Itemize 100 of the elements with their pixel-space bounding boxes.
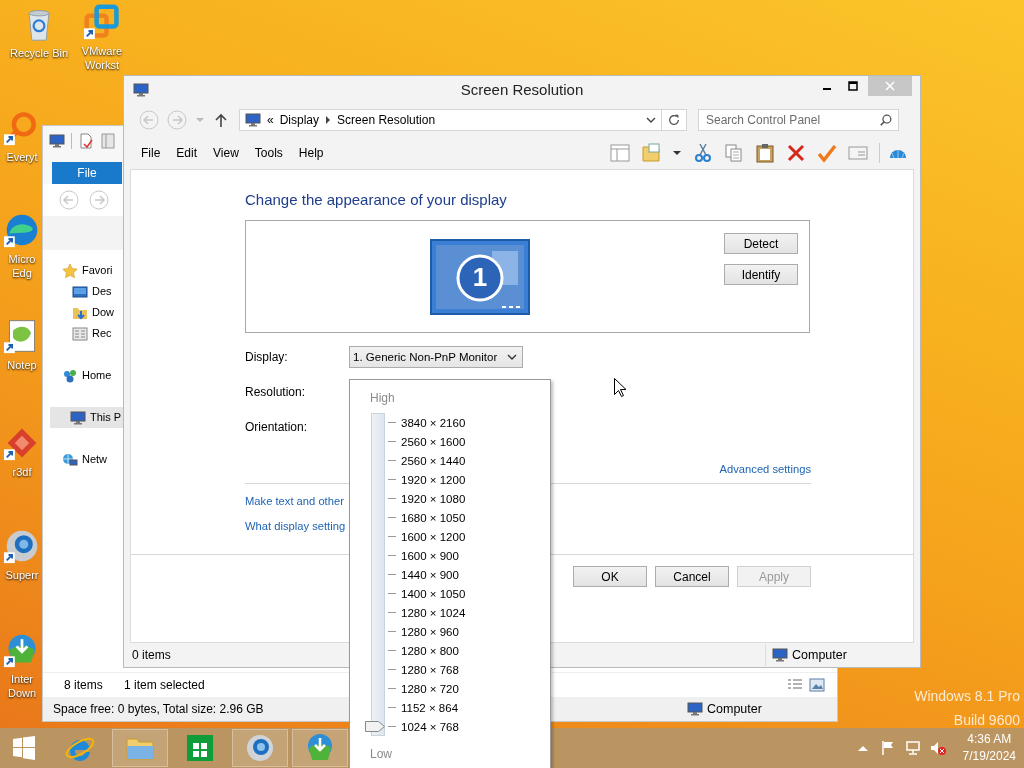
menu-item[interactable]: View: [205, 146, 247, 160]
mouse-pointer-icon: [614, 378, 626, 397]
help-link[interactable]: What display setting: [245, 520, 346, 532]
menu-item[interactable]: Edit: [168, 146, 206, 160]
clipboard-icon[interactable]: [755, 143, 775, 163]
breadcrumb-overflow[interactable]: «: [267, 113, 274, 127]
globe-icon[interactable]: [244, 732, 276, 764]
folder-button[interactable]: [641, 143, 661, 163]
checkmark-icon[interactable]: [817, 143, 837, 163]
thumbnail-view-button[interactable]: [809, 677, 825, 693]
monitor-icon: [133, 81, 149, 98]
breadcrumb-item[interactable]: Screen Resolution: [337, 113, 436, 127]
nav-item[interactable]: Dow: [43, 302, 123, 323]
help-link[interactable]: Make text and other: [245, 495, 344, 507]
nav-item[interactable]: Favori: [43, 260, 123, 281]
action-button[interactable]: Detect: [724, 233, 798, 254]
recent-places-icon: [72, 325, 88, 342]
menu-item[interactable]: File: [133, 146, 169, 160]
windows-logo-icon: [12, 736, 36, 760]
shell-icon[interactable]: [879, 143, 908, 163]
resolution-option[interactable]: 2560 × 1600: [401, 435, 466, 448]
computer-icon: [70, 409, 86, 426]
menu-item[interactable]: Help: [290, 146, 332, 160]
muted-speaker-icon[interactable]: [929, 740, 946, 756]
up-arrow-button[interactable]: [213, 112, 229, 128]
advanced-settings-link[interactable]: Advanced settings: [719, 463, 811, 475]
nav-item[interactable]: Des: [43, 281, 123, 302]
taskbar-button[interactable]: [232, 729, 288, 767]
resolution-option[interactable]: 1600 × 1200: [401, 530, 466, 543]
search-icon[interactable]: [879, 113, 893, 127]
item-count: 0 items: [132, 648, 171, 662]
resolution-option[interactable]: 1920 × 1200: [401, 473, 466, 486]
search-field[interactable]: Search Control Panel: [698, 109, 899, 131]
refresh-button[interactable]: [662, 109, 687, 131]
tick-mark: [388, 669, 396, 670]
page-heading: Change the appearance of your display: [245, 190, 508, 210]
network-icon[interactable]: [904, 740, 921, 756]
window-title: Screen Resolution: [460, 81, 584, 98]
cross-icon[interactable]: [786, 143, 806, 163]
tick-mark: [388, 612, 396, 613]
refresh-icon: [667, 113, 681, 127]
display-dropdown[interactable]: 1. Generic Non-PnP Monitor: [349, 346, 523, 368]
resolution-option[interactable]: 2560 × 1440: [401, 454, 466, 467]
computer-icon[interactable]: [49, 133, 65, 149]
minimize-icon: [822, 88, 832, 90]
breadcrumb-arrow-icon[interactable]: [325, 116, 332, 124]
resolution-option[interactable]: 3840 × 2160: [401, 416, 466, 429]
resolution-slider[interactable]: [365, 413, 385, 736]
caret-icon[interactable]: [507, 354, 517, 360]
scissors-icon[interactable]: [693, 143, 713, 163]
tick-mark: [388, 726, 396, 727]
resolution-option[interactable]: 1440 × 900: [401, 568, 459, 581]
resolution-option[interactable]: 1280 × 1024: [401, 606, 466, 619]
store-icon[interactable]: [184, 732, 216, 764]
taskbar-button[interactable]: [292, 729, 348, 767]
overlapping-squares-icon[interactable]: [84, 4, 120, 40]
breadcrumb-item[interactable]: Display: [279, 113, 320, 127]
menu-item[interactable]: Tools: [246, 146, 291, 160]
copy-icon[interactable]: [724, 143, 744, 163]
monitor-number: 1: [471, 261, 489, 293]
close-icon: [885, 81, 895, 91]
resolution-option[interactable]: 1680 × 1050: [401, 511, 466, 524]
window-icon[interactable]: [100, 133, 116, 149]
address-bar[interactable]: « Display Screen Resolution: [239, 109, 662, 131]
dropdown-caret-icon[interactable]: [646, 117, 656, 123]
resolution-option[interactable]: 1920 × 1080: [401, 492, 466, 505]
tick-mark: [388, 555, 396, 556]
tick-mark: [388, 593, 396, 594]
edition-text: Windows 8.1 Pro: [914, 687, 1020, 706]
nav-item[interactable]: Netw: [43, 449, 123, 470]
resolution-option[interactable]: 1152 × 864: [401, 701, 459, 714]
action-button[interactable]: Identify: [724, 264, 798, 285]
flag-icon[interactable]: [879, 740, 896, 756]
resolution-option[interactable]: 1400 × 1050: [401, 587, 466, 600]
monitor-icon: [245, 112, 261, 128]
nav-item[interactable]: Home: [43, 365, 123, 386]
swirl-icon[interactable]: [4, 212, 40, 248]
tick-mark: [388, 460, 396, 461]
resolution-option[interactable]: 1024 × 768: [401, 720, 459, 733]
layout-button[interactable]: [610, 143, 630, 163]
location-text: Computer: [792, 648, 847, 662]
globe-icon[interactable]: [4, 528, 40, 564]
monitor-drawing[interactable]: [430, 239, 530, 315]
slider-label: Low: [370, 746, 392, 762]
resolution-option[interactable]: 1280 × 720: [401, 682, 459, 695]
drive-info: Space free: 0 bytes, Total size: 2.96 GB: [53, 702, 264, 716]
resolution-option[interactable]: 1280 × 768: [401, 663, 459, 676]
computer-icon: [772, 647, 788, 663]
resolution-option[interactable]: 1280 × 960: [401, 625, 459, 638]
resolution-option[interactable]: 1280 × 800: [401, 644, 459, 657]
field-label: Orientation:: [245, 420, 309, 434]
dialog-button[interactable]: Cancel: [655, 566, 729, 587]
document-icon[interactable]: [78, 133, 94, 149]
file-tab[interactable]: File: [52, 162, 122, 184]
tick-mark: [388, 631, 396, 632]
selection-count: 1 item selected: [124, 678, 205, 692]
nav-item[interactable]: Rec: [43, 323, 123, 344]
dialog-button[interactable]: OK: [573, 566, 647, 587]
resolution-option[interactable]: 1600 × 900: [401, 549, 459, 562]
nav-item[interactable]: This P: [50, 407, 123, 428]
